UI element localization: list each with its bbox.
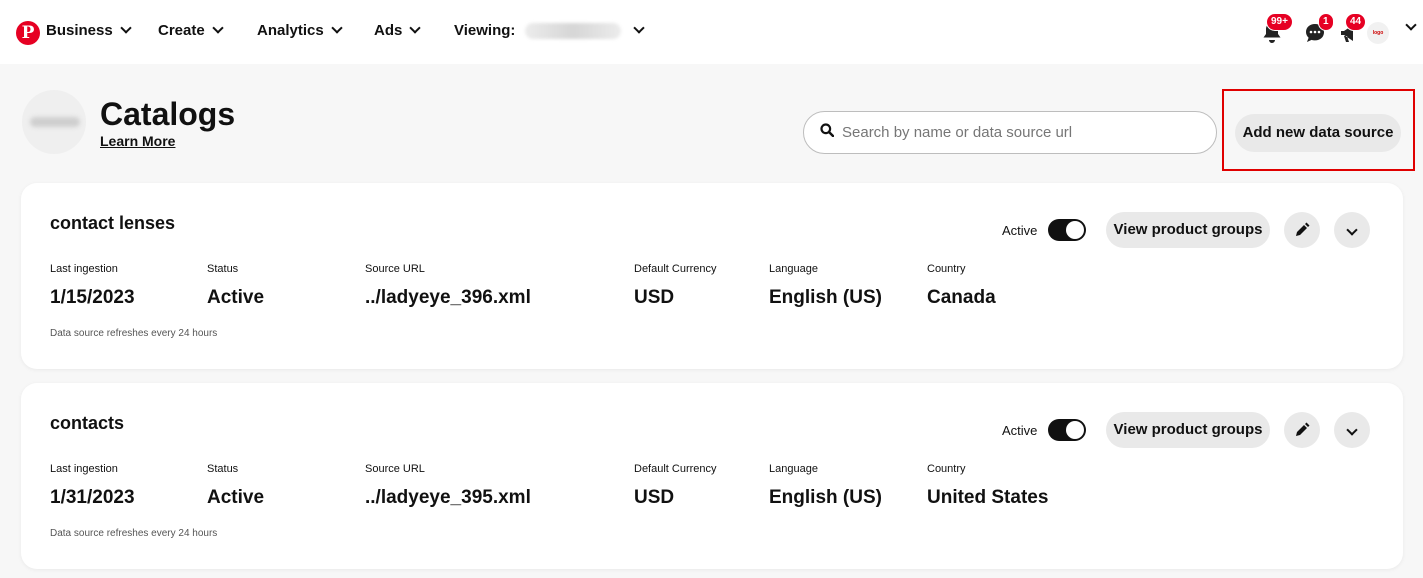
last-ingestion-value: 1/31/2023 xyxy=(50,487,135,508)
expand-button[interactable] xyxy=(1334,212,1370,248)
chevron-down-icon xyxy=(633,22,646,34)
catalog-card: contact lenses Active View product group… xyxy=(21,183,1403,369)
status-label: Status xyxy=(207,463,239,475)
chevron-down-icon xyxy=(212,22,224,34)
last-ingestion-label: Last ingestion xyxy=(50,463,118,475)
active-toggle-label: Active xyxy=(1002,223,1038,238)
edit-button[interactable] xyxy=(1284,412,1320,448)
status-label: Status xyxy=(207,263,239,275)
search-input[interactable] xyxy=(842,124,1202,141)
country-label: Country xyxy=(927,263,966,275)
language-value: English (US) xyxy=(769,487,882,508)
updates-badge: 44 xyxy=(1345,13,1367,31)
nav-business[interactable]: Business xyxy=(46,22,132,39)
top-navigation-bar: P Business Create Analytics Ads Viewing:… xyxy=(0,0,1423,64)
messages-badge: 1 xyxy=(1318,13,1334,31)
country-value: United States xyxy=(927,487,1049,508)
default-currency-label: Default Currency xyxy=(634,263,717,275)
refresh-note: Data source refreshes every 24 hours xyxy=(50,528,218,539)
refresh-note: Data source refreshes every 24 hours xyxy=(50,328,218,339)
source-url-label: Source URL xyxy=(365,263,425,275)
currency-value: USD xyxy=(634,487,675,508)
nav-viewing-label: Viewing: xyxy=(454,22,516,39)
page-title: Catalogs xyxy=(100,96,236,132)
language-value: English (US) xyxy=(769,287,882,308)
language-label: Language xyxy=(769,463,818,475)
learn-more-link[interactable]: Learn More xyxy=(100,133,175,149)
nav-viewing-account-selector[interactable]: Viewing: xyxy=(454,22,646,39)
view-product-groups-button[interactable]: View product groups xyxy=(1106,412,1270,448)
nav-ads-label: Ads xyxy=(374,22,403,39)
status-value: Active xyxy=(207,287,265,308)
search-box[interactable] xyxy=(803,111,1217,154)
source-url-label: Source URL xyxy=(365,463,425,475)
active-toggle[interactable] xyxy=(1048,419,1086,441)
account-avatar[interactable]: logo xyxy=(1367,22,1389,44)
nav-analytics[interactable]: Analytics xyxy=(257,22,343,39)
account-menu-chevron-icon[interactable] xyxy=(1405,19,1417,31)
country-value: Canada xyxy=(927,287,996,308)
catalog-owner-avatar xyxy=(22,90,86,154)
last-ingestion-label: Last ingestion xyxy=(50,263,118,275)
language-label: Language xyxy=(769,263,818,275)
active-toggle[interactable] xyxy=(1048,219,1086,241)
status-value: Active xyxy=(207,487,265,508)
nav-analytics-label: Analytics xyxy=(257,22,324,39)
nav-create-label: Create xyxy=(158,22,205,39)
nav-ads[interactable]: Ads xyxy=(374,22,422,39)
expand-button[interactable] xyxy=(1334,412,1370,448)
pinterest-logo-icon[interactable]: P xyxy=(16,21,40,45)
active-toggle-label: Active xyxy=(1002,423,1038,438)
nav-business-label: Business xyxy=(46,22,113,39)
chevron-down-icon xyxy=(1346,424,1358,436)
notifications-badge: 99+ xyxy=(1266,13,1293,31)
currency-value: USD xyxy=(634,287,675,308)
source-url-value: ../ladyeye_395.xml xyxy=(365,487,531,508)
pencil-icon xyxy=(1296,422,1310,436)
default-currency-label: Default Currency xyxy=(634,463,717,475)
search-icon xyxy=(820,123,835,142)
chevron-down-icon xyxy=(1346,224,1358,236)
catalog-name: contacts xyxy=(50,413,125,433)
blurred-account-name xyxy=(525,22,622,39)
edit-button[interactable] xyxy=(1284,212,1320,248)
chevron-down-icon xyxy=(331,22,343,34)
add-new-data-source-button[interactable]: Add new data source xyxy=(1235,114,1401,152)
source-url-value: ../ladyeye_396.xml xyxy=(365,287,531,308)
pencil-icon xyxy=(1296,222,1310,236)
catalog-card: contacts Active View product groups Last… xyxy=(21,383,1403,569)
chevron-down-icon xyxy=(120,22,132,34)
view-product-groups-button[interactable]: View product groups xyxy=(1106,212,1270,248)
nav-create[interactable]: Create xyxy=(158,22,224,39)
country-label: Country xyxy=(927,463,966,475)
last-ingestion-value: 1/15/2023 xyxy=(50,287,135,308)
chevron-down-icon xyxy=(409,22,422,34)
catalog-name: contact lenses xyxy=(50,213,176,233)
